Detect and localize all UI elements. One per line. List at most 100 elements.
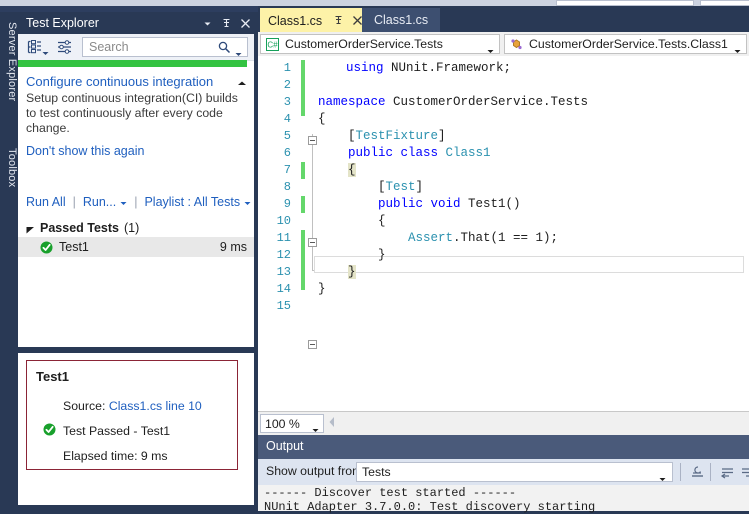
line-number: 11 — [276, 231, 291, 245]
chevron-down-icon[interactable] — [734, 43, 741, 57]
test-duration: 9 ms — [219, 240, 247, 254]
editor-tab-strip: Class1.cs Class1.cs — [258, 8, 749, 32]
code-line: 4 { — [258, 111, 749, 128]
check-circle-icon — [40, 241, 53, 254]
test-explorer-toolbar: Search — [18, 34, 254, 61]
namespace-dropdown[interactable]: C# CustomerOrderService.Tests — [260, 34, 500, 54]
code-line: 3 namespace CustomerOrderService.Tests — [258, 94, 749, 145]
code-line: 6 public class Class1 — [258, 145, 749, 247]
test-detail-panel: Test1 Source: Class1.cs line 10 Test Pas… — [26, 360, 238, 470]
dock-tab-server-explorer[interactable]: Server Explorer — [0, 18, 18, 138]
dock-tab-toolbox[interactable]: Toolbox — [0, 144, 18, 224]
close-icon[interactable] — [236, 15, 254, 32]
code-editor[interactable]: 1 using NUnit.Framework; 2 3 namespace C… — [258, 56, 749, 411]
chevron-down-icon[interactable] — [312, 422, 319, 436]
chevron-down-icon[interactable] — [198, 15, 216, 32]
detail-source-row: Source: Class1.cs line 10 — [63, 399, 202, 413]
test-group-passed[interactable]: Passed Tests (1) — [18, 218, 254, 237]
run-menu-button[interactable]: Run... — [83, 195, 116, 209]
code-line: 14 } — [258, 281, 749, 298]
line-text: using NUnit.Framework; — [316, 61, 512, 75]
test-explorer-actions: Run All | Run... | Playlist : All Tests — [18, 192, 254, 212]
detail-result-text: Test Passed - Test1 — [63, 424, 171, 438]
search-placeholder: Search — [89, 40, 129, 54]
line-text: } — [318, 248, 386, 262]
line-text: [TestFixture] — [318, 129, 446, 143]
namespace-dropdown-value: CustomerOrderService.Tests — [285, 37, 443, 51]
sort-icon[interactable] — [54, 38, 74, 56]
word-wrap-icon[interactable] — [717, 463, 737, 481]
show-output-from-label: Show output from: — [266, 464, 366, 478]
code-line: 9 public void Test1() — [258, 196, 749, 349]
line-text: } — [348, 265, 356, 279]
line-number: 3 — [283, 95, 291, 109]
class-dropdown[interactable]: CustomerOrderService.Tests.Class1 — [504, 34, 747, 54]
dock-tab-label: Toolbox — [6, 148, 18, 188]
magnifier-icon[interactable] — [218, 41, 231, 57]
output-text: ------ Discover test started ------ NUni… — [258, 485, 749, 514]
test-explorer-titlebar: Test Explorer — [18, 12, 258, 34]
detail-source-label: Source: — [63, 399, 106, 413]
expander-triangle-icon[interactable] — [26, 223, 35, 234]
search-input[interactable]: Search — [82, 37, 248, 57]
code-line: 11 Assert.That(1 == 1); — [258, 230, 749, 247]
group-by-caret-icon[interactable] — [42, 45, 49, 55]
search-options-caret-icon[interactable] — [235, 46, 242, 60]
configure-ci-link[interactable]: Configure continuous integration — [26, 74, 213, 89]
line-text: public void Test1() — [378, 197, 521, 211]
visual-studio-window: Server Explorer Toolbox Test Explorer Se… — [0, 0, 749, 514]
dont-show-again-link[interactable]: Don't show this again — [26, 144, 144, 158]
group-by-icon[interactable] — [24, 38, 44, 56]
pin-icon[interactable] — [217, 15, 235, 32]
class-icon — [509, 37, 524, 52]
output-toolbar: Show output from: Tests — [258, 459, 749, 485]
line-number: 14 — [276, 282, 291, 296]
detail-result-row: Test Passed - Test1 — [43, 423, 170, 439]
line-text: [Test] — [318, 180, 424, 194]
show-output-from-value: Tests — [362, 465, 391, 479]
left-auto-hide-dock: Server Explorer Toolbox — [0, 12, 18, 505]
detail-source-link[interactable]: Class1.cs line 10 — [109, 399, 202, 413]
pin-icon[interactable] — [331, 13, 346, 28]
horizontal-scroll-left-arrow-icon[interactable] — [328, 416, 336, 431]
chevron-up-icon[interactable] — [237, 76, 247, 90]
class-dropdown-value: CustomerOrderService.Tests.Class1 — [529, 37, 728, 51]
output-window: Output Show output from: Tests ------ Di… — [258, 435, 749, 514]
output-line: ------ Discover test started ------ — [264, 486, 517, 500]
chevron-down-icon[interactable] — [659, 471, 666, 485]
clear-all-icon[interactable] — [687, 463, 707, 481]
test-explorer-body: Search Configure continuous integration — [18, 34, 254, 505]
line-text: { — [348, 163, 356, 177]
editor-tab-active[interactable]: Class1.cs — [260, 8, 370, 32]
zoom-level-value: 100 % — [265, 416, 300, 431]
detail-test-name: Test1 — [36, 369, 69, 384]
code-line: 1 using NUnit.Framework; — [258, 60, 749, 77]
line-number: 9 — [283, 197, 291, 211]
editor-tab-label: Class1.cs — [268, 13, 323, 28]
editor-area: Class1.cs Class1.cs C# CustomerOrderServ… — [258, 6, 749, 514]
line-number: 8 — [283, 180, 291, 194]
code-line: 7 { — [258, 162, 749, 179]
check-circle-icon — [43, 423, 56, 439]
line-number: 6 — [283, 146, 291, 160]
fold-toggle-icon[interactable] — [308, 340, 317, 349]
editor-tab-inactive[interactable]: Class1.cs — [362, 8, 441, 32]
zoom-level-dropdown[interactable]: 100 % — [260, 414, 324, 433]
run-menu-caret-icon[interactable] — [120, 195, 127, 209]
test-explorer-splitter[interactable] — [18, 347, 254, 353]
run-all-button[interactable]: Run All — [26, 195, 66, 209]
line-number: 4 — [283, 112, 291, 126]
line-text: namespace CustomerOrderService.Tests — [318, 95, 589, 109]
chevron-down-icon[interactable] — [487, 43, 494, 57]
ci-banner: Configure continuous integration Setup c… — [18, 70, 254, 158]
line-number: 12 — [276, 248, 291, 262]
playlist-caret-icon[interactable] — [244, 195, 251, 209]
test-list-item[interactable]: Test1 9 ms — [18, 237, 254, 257]
line-number: 2 — [283, 78, 291, 92]
autoscroll-icon[interactable] — [737, 463, 749, 481]
svg-text:C#: C# — [267, 40, 278, 49]
show-output-from-dropdown[interactable]: Tests — [356, 462, 673, 482]
editor-tab-label: Class1.cs — [374, 13, 429, 27]
code-line: 2 — [258, 77, 749, 94]
playlist-button[interactable]: Playlist : All Tests — [144, 195, 240, 209]
